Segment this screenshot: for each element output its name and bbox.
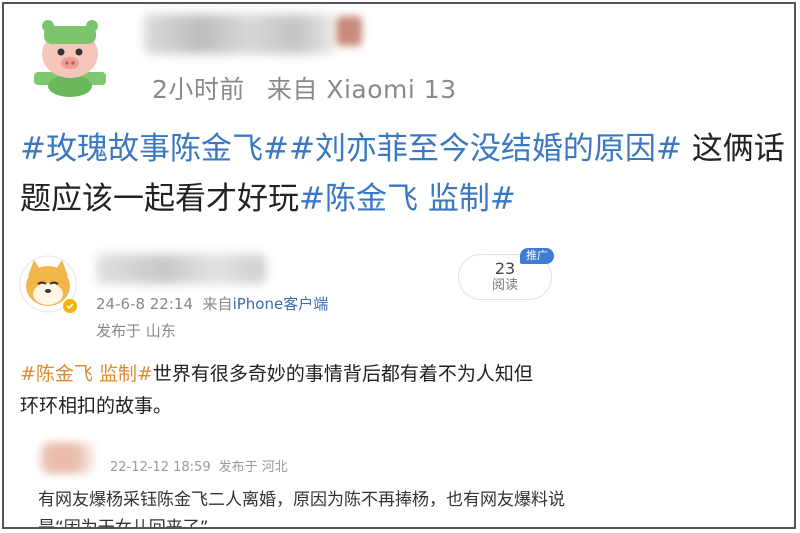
avatar-blurred[interactable] xyxy=(40,442,96,474)
avatar-shiba-icon[interactable] xyxy=(18,254,78,316)
post-time: 2小时前 xyxy=(152,75,245,104)
username-blurred[interactable] xyxy=(96,254,266,284)
post-body: #玫瑰故事陈金飞##刘亦菲至今没结婚的原因# 这俩话题应该一起看才好玩#陈金飞 … xyxy=(20,124,794,224)
repost-time: 24-6-8 22:14 xyxy=(96,295,193,313)
repost-body: #陈金飞 监制#世界有很多奇妙的事情背后都有着不为人知但环环相扣的故事。 xyxy=(20,358,540,422)
screenshot-frame: 2小时前 来自 Xiaomi 13 #玫瑰故事陈金飞##刘亦菲至今没结婚的原因# … xyxy=(2,2,796,529)
repost-location: 发布于 山东 xyxy=(96,322,176,340)
read-label: 阅读 xyxy=(491,278,518,293)
repost-meta: 24-6-8 22:14 来自iPhone客户端 xyxy=(96,293,328,314)
post-source: 来自 Xiaomi 13 xyxy=(266,75,457,104)
post-meta: 2小时前 来自 Xiaomi 13 xyxy=(152,70,479,106)
topic-link[interactable]: #玫瑰故事陈金飞##刘亦菲至今没结婚的原因# xyxy=(20,131,682,167)
user-badge-blurred xyxy=(336,16,362,46)
repost-source-prefix: 来自 xyxy=(202,295,233,313)
topic-link[interactable]: #陈金飞 监制# xyxy=(20,363,153,385)
topic-link[interactable]: #陈金飞 监制# xyxy=(299,181,516,217)
promo-badge: 推广 xyxy=(520,248,554,264)
quote-location: 发布于 河北 xyxy=(218,460,288,475)
avatar-pig-icon[interactable] xyxy=(30,16,110,98)
quote-body: 有网友爆杨采钰陈金飞二人离婚，原因为陈不再捧杨，也有网友爆料说是“因为干女儿回来… xyxy=(38,490,565,529)
quote-meta: 22-12-12 18:59 发布于 河北 xyxy=(110,456,296,475)
username-blurred[interactable] xyxy=(144,14,334,54)
quote-time: 22-12-12 18:59 xyxy=(110,460,211,475)
repost-source-device[interactable]: iPhone客户端 xyxy=(233,295,329,313)
